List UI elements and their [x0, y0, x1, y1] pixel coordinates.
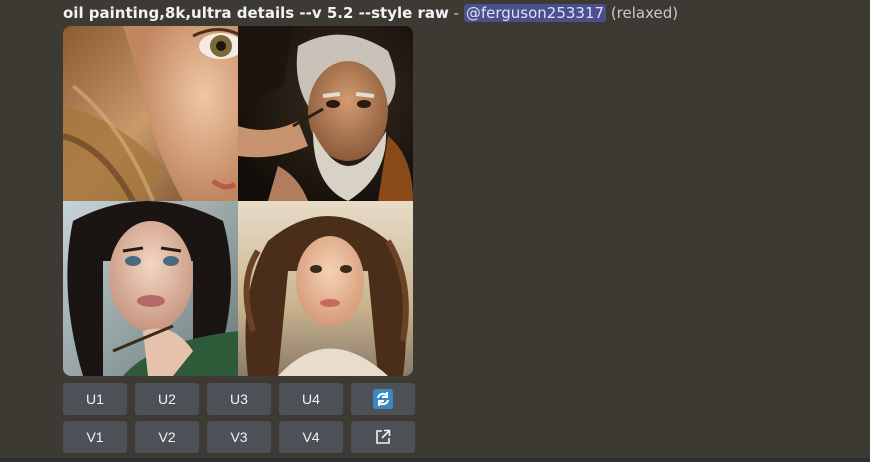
- bottom-divider: [0, 458, 870, 462]
- v3-label: V3: [230, 429, 248, 445]
- open-external-icon: [376, 429, 391, 444]
- variation-button-row: V1 V2 V3 V4: [63, 421, 415, 453]
- v2-button[interactable]: V2: [135, 421, 199, 453]
- prompt-text: oil painting,8k,ultra details --v 5.2 --…: [63, 4, 449, 22]
- user-mention[interactable]: @ferguson253317: [463, 4, 607, 22]
- v4-label: V4: [302, 429, 320, 445]
- image-grid[interactable]: [63, 26, 413, 376]
- refresh-icon: [373, 389, 393, 409]
- image-dark-haired-woman-brush[interactable]: [63, 201, 238, 376]
- v1-button[interactable]: V1: [63, 421, 127, 453]
- v1-label: V1: [86, 429, 104, 445]
- message-header: oil painting,8k,ultra details --v 5.2 --…: [63, 3, 678, 23]
- message: oil painting,8k,ultra details --v 5.2 --…: [0, 0, 870, 462]
- v3-button[interactable]: V3: [207, 421, 271, 453]
- old-man-portrait-image: [238, 26, 413, 201]
- u2-button[interactable]: U2: [135, 383, 199, 415]
- u3-button[interactable]: U3: [207, 383, 271, 415]
- mode-label: (relaxed): [606, 4, 679, 22]
- u2-label: U2: [158, 391, 176, 407]
- upscale-button-row: U1 U2 U3 U4: [63, 383, 415, 415]
- image-old-man-portrait[interactable]: [238, 26, 413, 201]
- image-woman-windblown-hair[interactable]: [238, 201, 413, 376]
- woman-windblown-hair-image: [238, 201, 413, 376]
- open-external-button[interactable]: [351, 421, 415, 453]
- reroll-button[interactable]: [351, 383, 415, 415]
- image-woman-eye-closeup[interactable]: [63, 26, 238, 201]
- u4-label: U4: [302, 391, 320, 407]
- v2-label: V2: [158, 429, 176, 445]
- separator: -: [448, 4, 464, 22]
- u1-label: U1: [86, 391, 104, 407]
- u3-label: U3: [230, 391, 248, 407]
- dark-haired-woman-brush-image: [63, 201, 238, 376]
- u1-button[interactable]: U1: [63, 383, 127, 415]
- v4-button[interactable]: V4: [279, 421, 343, 453]
- woman-eye-closeup-image: [63, 26, 238, 201]
- u4-button[interactable]: U4: [279, 383, 343, 415]
